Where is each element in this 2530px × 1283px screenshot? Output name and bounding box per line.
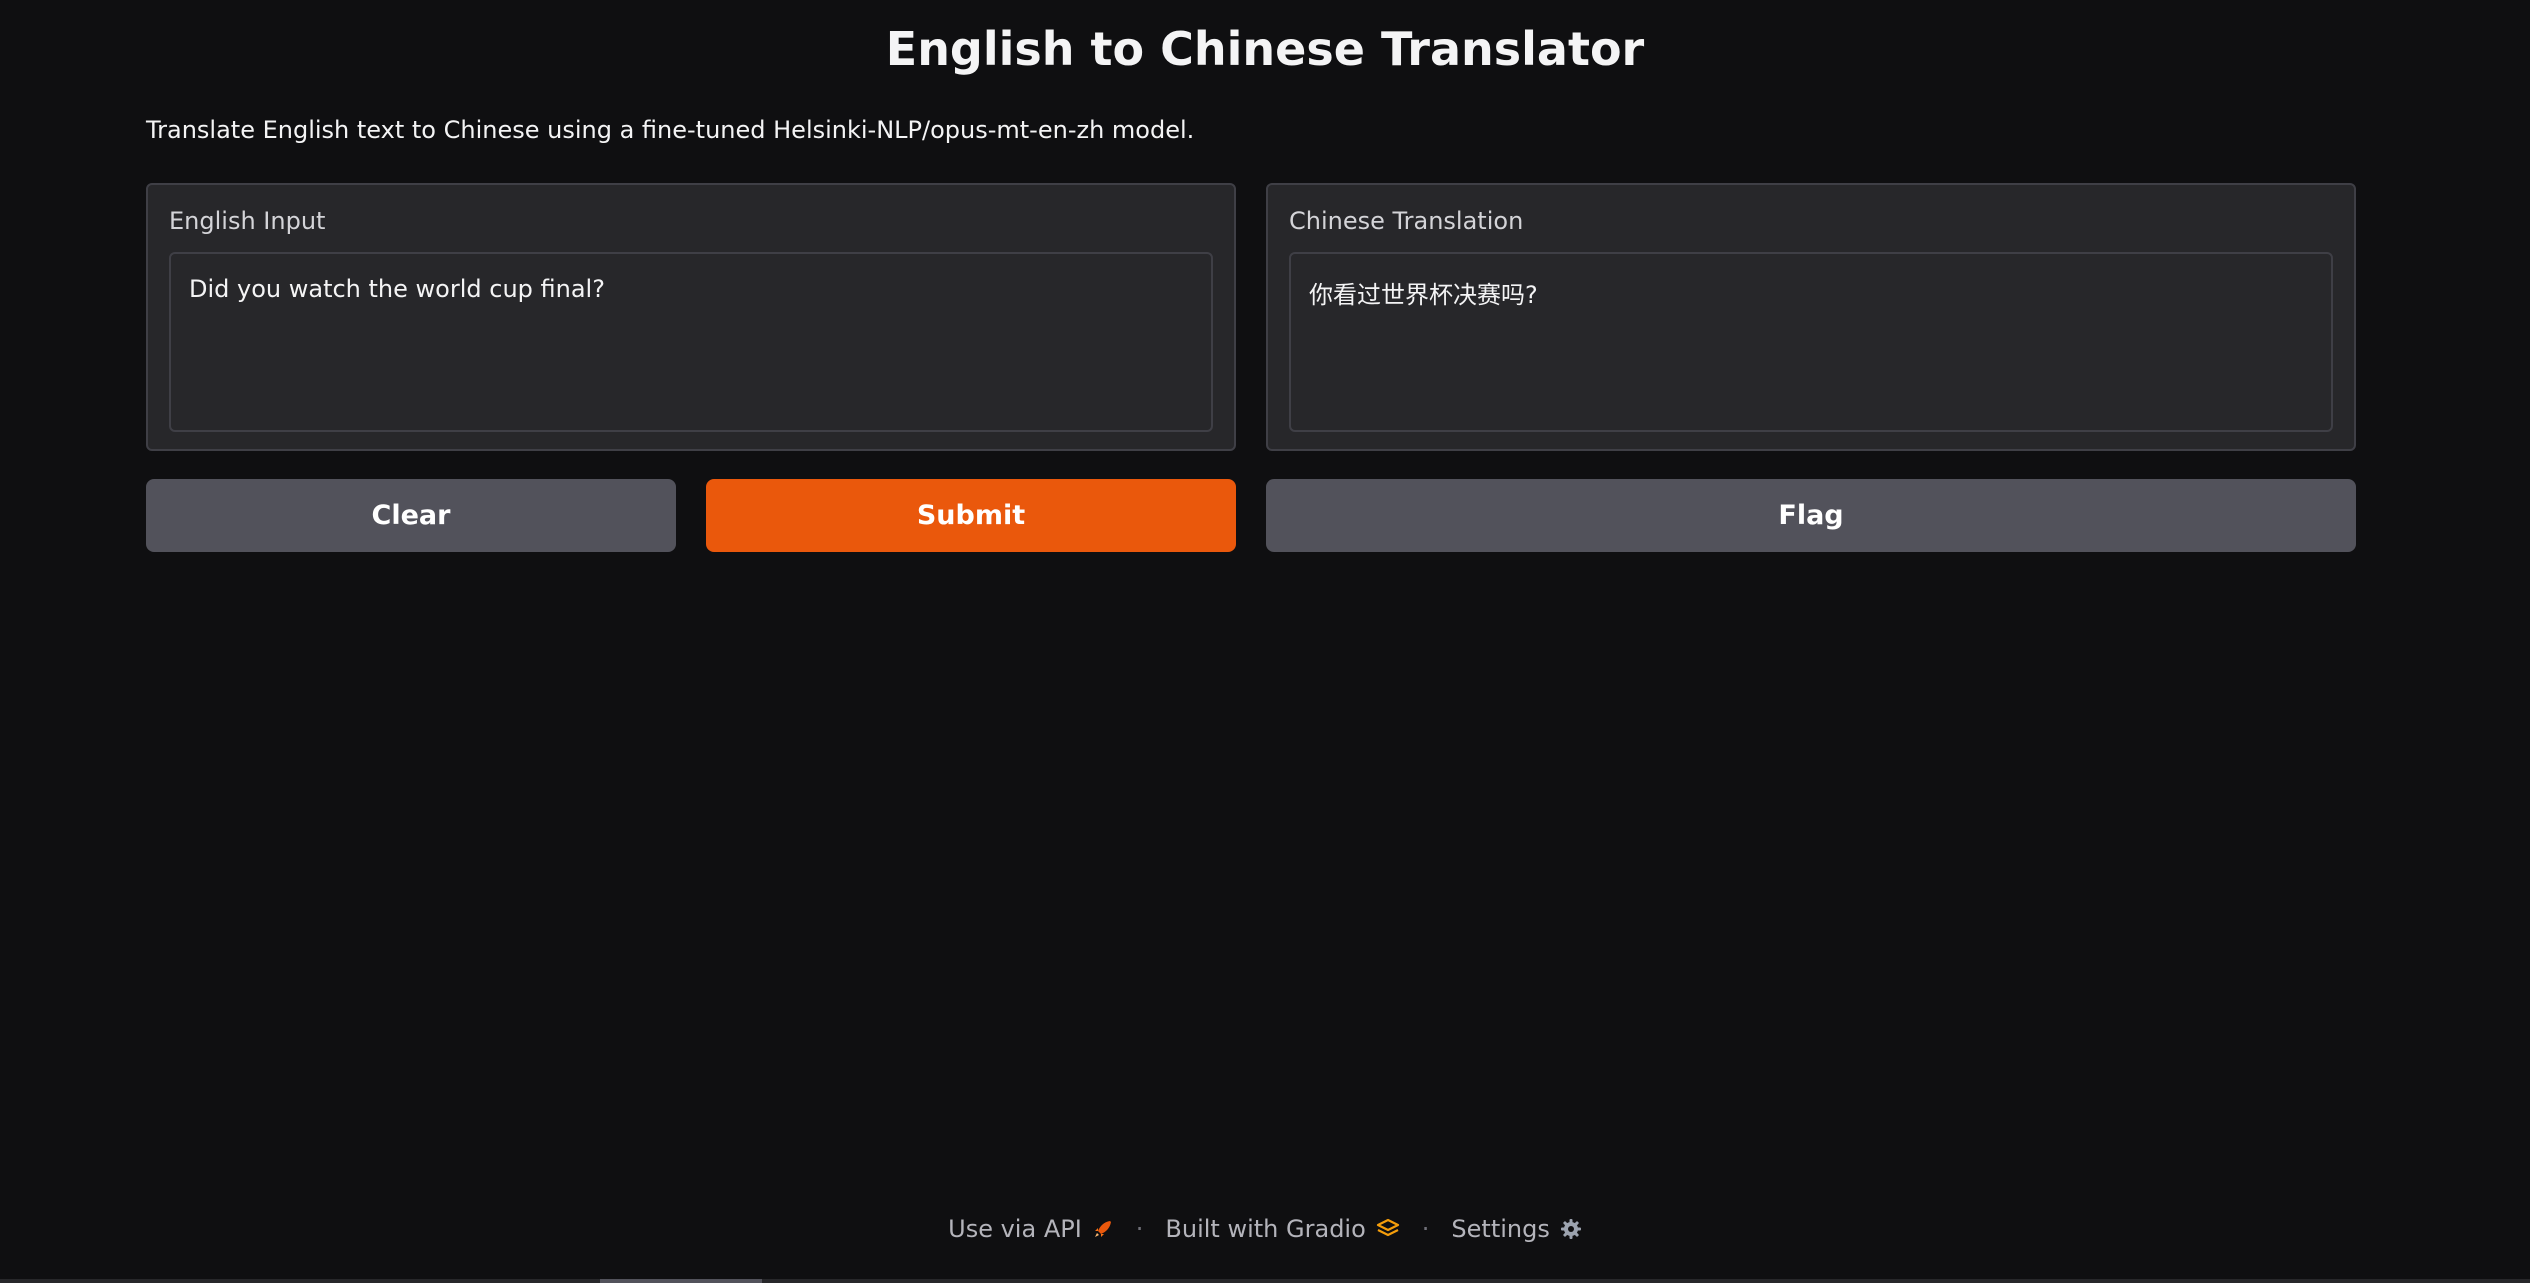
built-with-gradio-label: Built with Gradio: [1165, 1215, 1366, 1243]
gear-icon: [1560, 1218, 1582, 1240]
chinese-translation-output[interactable]: 你看过世界杯决赛吗?: [1289, 252, 2333, 432]
chinese-translation-label: Chinese Translation: [1289, 207, 1524, 235]
clear-button[interactable]: Clear: [146, 479, 676, 552]
app-root: English to Chinese Translator Translate …: [0, 0, 2530, 1283]
built-with-gradio-link[interactable]: Built with Gradio: [1165, 1215, 1399, 1243]
footer-separator: ·: [1421, 1215, 1430, 1243]
use-via-api-link[interactable]: Use via API: [948, 1215, 1114, 1243]
use-via-api-label: Use via API: [948, 1215, 1082, 1243]
footer: Use via API · Built with Gradio · Settin…: [0, 1215, 2530, 1243]
english-input-label: English Input: [169, 207, 326, 235]
chinese-translation-panel: Chinese Translation 你看过世界杯决赛吗?: [1266, 183, 2356, 451]
english-input-panel: English Input Did you watch the world cu…: [146, 183, 1236, 451]
settings-label: Settings: [1451, 1215, 1550, 1243]
gradio-logo-icon: [1376, 1218, 1400, 1240]
page-description: Translate English text to Chinese using …: [146, 116, 1195, 144]
footer-separator: ·: [1135, 1215, 1144, 1243]
submit-button[interactable]: Submit: [706, 479, 1236, 552]
rocket-icon: [1092, 1218, 1114, 1240]
settings-link[interactable]: Settings: [1451, 1215, 1581, 1243]
english-input-field[interactable]: Did you watch the world cup final?: [169, 252, 1213, 432]
scrollbar-thumb[interactable]: [600, 1279, 762, 1283]
flag-button[interactable]: Flag: [1266, 479, 2356, 552]
horizontal-scrollbar[interactable]: [0, 1279, 2530, 1283]
page-title: English to Chinese Translator: [885, 22, 1645, 76]
